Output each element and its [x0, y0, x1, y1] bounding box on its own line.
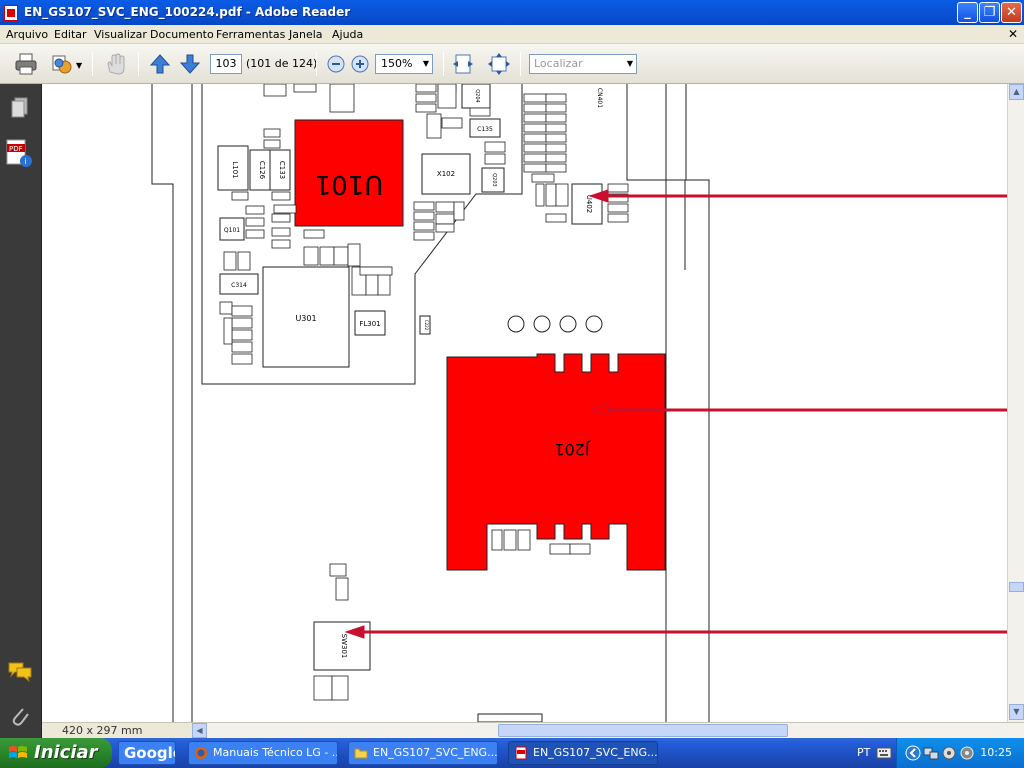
chevron-down-icon[interactable]: ▼ [420, 55, 432, 73]
clock[interactable]: 10:25 [980, 746, 1012, 759]
volume-icon[interactable] [959, 745, 975, 761]
task-label: EN_GS107_SVC_ENG... [533, 746, 658, 759]
attachment-icon[interactable] [9, 704, 31, 728]
pcb-layout: U101 J201 U301 FL301 X102 U402 SW301 L10… [151, 84, 1007, 722]
c133-label: C133 [278, 161, 286, 179]
network-icon[interactable] [923, 745, 939, 761]
hand-tool-icon[interactable] [104, 52, 128, 76]
toolbar-separator [316, 52, 317, 76]
next-page-icon[interactable] [178, 52, 202, 76]
svg-text:i: i [25, 157, 27, 166]
page-number-input[interactable]: 103 [210, 54, 242, 74]
fit-page-icon[interactable] [487, 52, 511, 76]
window-title: EN_GS107_SVC_ENG_100224.pdf - Adobe Read… [24, 5, 351, 19]
start-label: Iniciar [34, 742, 98, 763]
google-quicklaunch[interactable]: Google [118, 741, 176, 765]
tray-expand-icon[interactable] [905, 745, 921, 761]
q101-label: Q101 [224, 227, 240, 234]
q204-label: Q204 [474, 89, 480, 102]
menu-janela[interactable]: Janela [289, 28, 323, 41]
close-button[interactable]: ✕ [1001, 2, 1022, 23]
fit-width-icon[interactable] [451, 52, 475, 76]
menu-visualizar[interactable]: Visualizar [94, 28, 147, 41]
c126-label: C126 [258, 161, 266, 180]
task-folder[interactable]: EN_GS107_SVC_ENG... [348, 741, 498, 765]
menu-editar[interactable]: Editar [54, 28, 87, 41]
toolbar-separator [520, 52, 521, 76]
q203-label: Q203 [491, 173, 497, 186]
chevron-down-icon[interactable]: ▼ [624, 55, 636, 73]
j201-label: J201 [554, 440, 590, 459]
minimize-button[interactable]: _ [957, 2, 978, 23]
print-icon[interactable] [14, 52, 38, 76]
menu-arquivo[interactable]: Arquivo [6, 28, 48, 41]
page-size: 420 x 297 mm [62, 724, 143, 737]
title-bar: EN_GS107_SVC_ENG_100224.pdf - Adobe Read… [0, 0, 1024, 25]
comments-icon[interactable] [7, 660, 33, 682]
security-icon[interactable] [941, 745, 957, 761]
document-close-icon[interactable]: ✕ [1008, 27, 1018, 41]
scroll-down-icon[interactable]: ▼ [1009, 704, 1024, 720]
c222-label: C222 [424, 320, 429, 331]
menu-documento[interactable]: Documento [150, 28, 214, 41]
zoom-in-icon[interactable] [348, 52, 372, 76]
restore-button[interactable]: ❐ [979, 2, 1000, 23]
menu-ferramentas[interactable]: Ferramentas [216, 28, 285, 41]
u402-label: U402 [585, 195, 593, 213]
status-bar: 420 x 297 mm ◀ ▶ [42, 722, 1024, 738]
toolbar-separator [138, 52, 139, 76]
pdf-info-icon[interactable]: PDF i [5, 138, 35, 170]
pdf-icon [515, 746, 527, 760]
scroll-left-icon[interactable]: ◀ [192, 723, 207, 738]
firefox-icon [195, 747, 207, 759]
u101-label: U101 [315, 169, 384, 199]
zoom-value: 150% [381, 57, 413, 70]
navigation-pane: PDF i [0, 84, 42, 738]
vertical-scrollbar[interactable]: ▲ ▼ [1007, 84, 1024, 722]
system-tray: 10:25 [896, 738, 1024, 768]
previous-page-icon[interactable] [148, 52, 172, 76]
menu-bar: Arquivo Editar Visualizar Documento Ferr… [0, 25, 1024, 44]
fl301-label: FL301 [359, 320, 380, 328]
taskbar: Iniciar Google Manuais Técnico LG - ... … [0, 738, 1024, 768]
menu-ajuda[interactable]: Ajuda [332, 28, 363, 41]
zoom-out-icon[interactable] [324, 52, 348, 76]
document-view[interactable]: U101 J201 U301 FL301 X102 U402 SW301 L10… [42, 84, 1007, 722]
task-label: Manuais Técnico LG - ... [213, 746, 338, 759]
windows-logo-icon [9, 746, 27, 758]
find-placeholder: Localizar [534, 57, 583, 70]
toolbar-separator [92, 52, 93, 76]
l101-label: L101 [231, 161, 239, 178]
toolbar: ▼ 103 (101 de 124) 150% ▼ Localizar ▼ [0, 44, 1024, 84]
language-indicator[interactable]: PT [857, 746, 870, 759]
scroll-thumb[interactable] [498, 724, 788, 737]
chevron-down-icon[interactable]: ▼ [76, 61, 82, 70]
adobe-reader-icon [4, 5, 18, 21]
find-input[interactable]: Localizar ▼ [529, 54, 637, 74]
task-label: EN_GS107_SVC_ENG... [373, 746, 498, 759]
folder-icon [354, 748, 368, 759]
x102-label: X102 [437, 170, 455, 178]
cn401-label: CN401 [596, 88, 603, 108]
task-adobe-reader[interactable]: EN_GS107_SVC_ENG... [508, 741, 658, 765]
pages-icon[interactable] [9, 96, 31, 120]
svg-text:PDF: PDF [9, 145, 23, 153]
keyboard-icon[interactable] [876, 746, 892, 760]
sw301-label: SW301 [340, 634, 348, 659]
start-button[interactable]: Iniciar [0, 738, 112, 768]
toolbar-separator [443, 52, 444, 76]
page-count: (101 de 124) [246, 57, 318, 70]
u301-label: U301 [295, 314, 316, 323]
task-manuais-lg[interactable]: Manuais Técnico LG - ... [188, 741, 338, 765]
c135-label: C135 [477, 126, 493, 133]
c314-label: C314 [231, 282, 247, 289]
horizontal-scrollbar[interactable]: ◀ ▶ [192, 723, 1024, 738]
scroll-up-icon[interactable]: ▲ [1009, 84, 1024, 100]
scroll-thumb[interactable] [1009, 582, 1024, 592]
share-icon[interactable] [50, 52, 74, 76]
zoom-select[interactable]: 150% ▼ [375, 54, 433, 74]
